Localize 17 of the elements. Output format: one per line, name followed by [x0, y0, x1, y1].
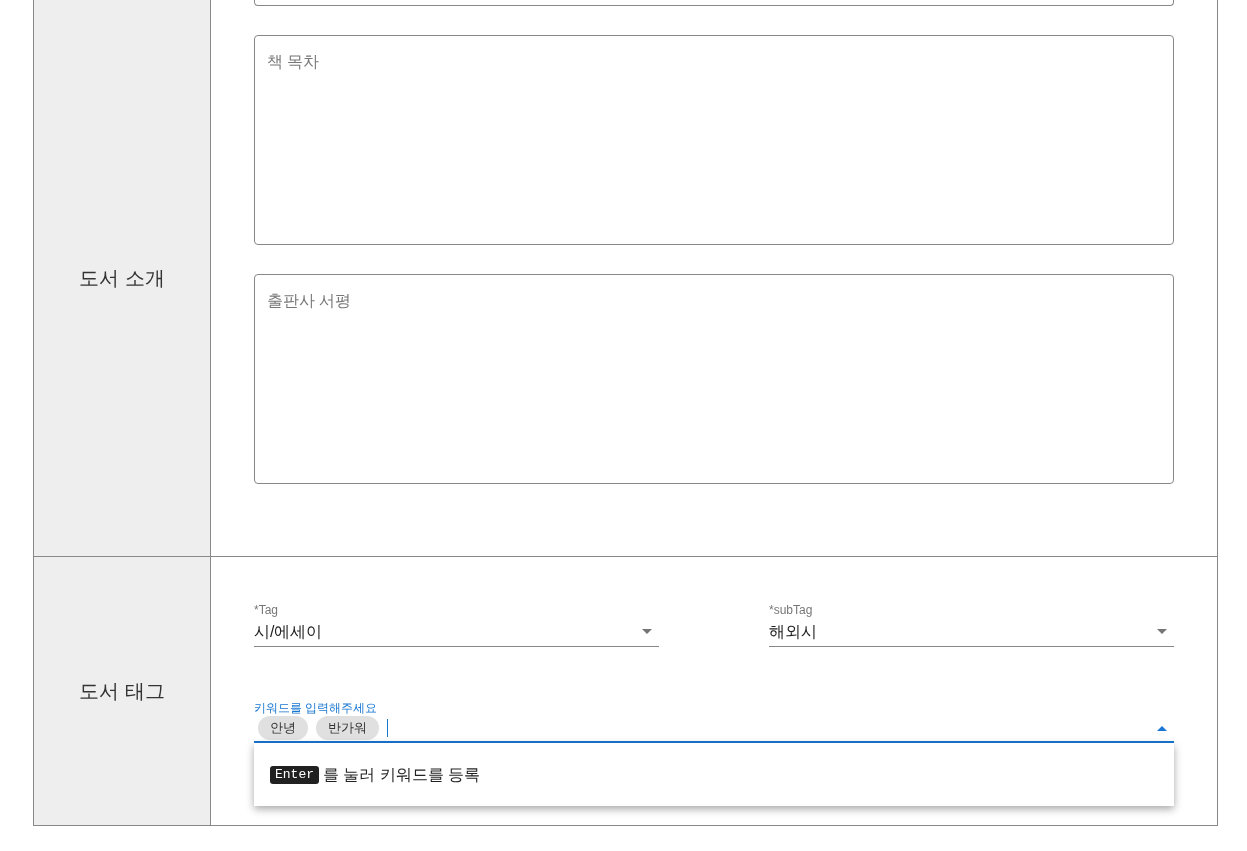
text-area-field[interactable]: 출판사 서평 — [254, 274, 1174, 484]
select-label: *Tag — [254, 603, 280, 617]
section-label: 도서 소개 — [79, 266, 165, 291]
select-field[interactable]: 시/에세이 — [254, 617, 659, 647]
caret-icon — [1157, 629, 1167, 634]
keyword-chip: 안녕 — [258, 716, 308, 740]
text-area-field[interactable]: 책 목차 — [254, 35, 1174, 245]
text-cursor — [387, 719, 388, 737]
section-label: 도서 태그 — [79, 679, 165, 704]
select-label: *subTag — [769, 603, 814, 617]
text-field[interactable] — [254, 0, 1174, 6]
field-label: 키워드를 입력해주세요 — [254, 701, 379, 715]
enter-key: Enter — [270, 765, 319, 784]
hint-text: 를 눌러 키워드를 등록 — [323, 764, 481, 785]
keyword-chip: 반가워 — [316, 716, 379, 740]
caret-icon — [642, 629, 652, 634]
select-field[interactable]: 해외시 — [769, 617, 1174, 647]
